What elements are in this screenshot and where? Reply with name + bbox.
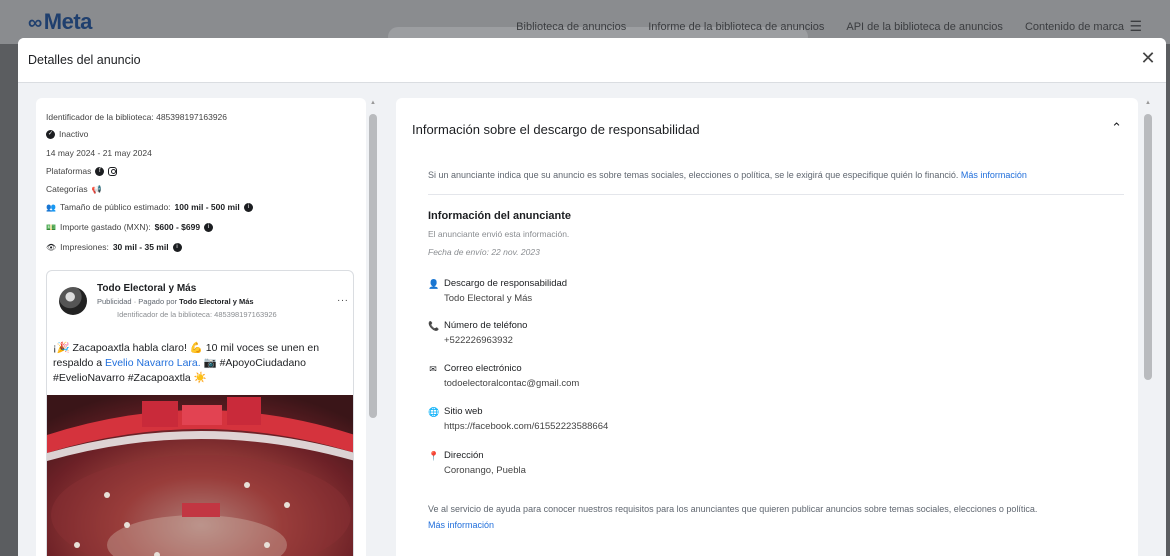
facebook-icon: f: [95, 166, 105, 176]
avatar: [59, 287, 87, 315]
crowd-rally-image: [47, 395, 353, 556]
chevron-up-icon[interactable]: ⌃: [1111, 120, 1122, 136]
info-value: Todo Electoral y Más: [444, 293, 533, 304]
spend-line: 💵 Importe gastado (MXN): $600 - $699 i: [46, 222, 214, 232]
left-scroll-thumb[interactable]: [369, 114, 377, 418]
categories-label: Categorías: [46, 184, 88, 194]
help-learn-more-link[interactable]: Más información: [428, 520, 494, 530]
status-text: Inactivo: [59, 129, 89, 139]
impressions-label: Impresiones:: [60, 242, 109, 252]
close-icon[interactable]: ✕: [1138, 48, 1158, 68]
nav-branded-content: Contenido de marca: [1024, 21, 1124, 33]
eye-icon: 👁: [46, 242, 57, 252]
platforms-label: Plataformas: [46, 166, 92, 176]
disclaimer-section-body: Si un anunciante indica que su anuncio e…: [396, 150, 1138, 556]
info-value: https://facebook.com/61552223588664: [444, 421, 609, 432]
envelope-icon: ✉: [429, 364, 437, 374]
impressions-value: 30 mil - 35 mil: [112, 242, 169, 252]
page-name[interactable]: Todo Electoral y Más: [97, 283, 196, 294]
date-range: 14 may 2024 - 21 may 2024: [46, 148, 152, 158]
instagram-icon: [108, 166, 118, 176]
info-icon[interactable]: i: [243, 202, 253, 212]
right-scroll-thumb[interactable]: [1144, 114, 1152, 380]
learn-more-link[interactable]: Más información: [961, 170, 1027, 180]
info-icon[interactable]: i: [204, 222, 214, 232]
phone-icon: 📞: [428, 321, 440, 331]
spend-value: $600 - $699: [154, 222, 201, 232]
impressions-line: 👁 Impresiones: 30 mil - 35 mil i: [46, 242, 182, 252]
info-label: Dirección: [444, 450, 484, 461]
person-icon: 👤: [428, 279, 440, 289]
submit-date: Fecha de envío: 22 nov. 2023: [428, 247, 540, 257]
info-label: Número de teléfono: [444, 320, 528, 331]
megaphone-icon: 📢: [91, 184, 102, 194]
ad-text-link[interactable]: Evelio Navarro Lara.: [105, 357, 201, 369]
ad-image: [47, 395, 353, 556]
help-text: Ve al servicio de ayuda para conocer nue…: [428, 504, 1038, 514]
nav-ad-library: Biblioteca de anuncios: [516, 21, 627, 33]
ad-preview-card: Todo Electoral y Más Publicidad · Pagado…: [46, 270, 354, 556]
categories-line: Categorías 📢: [46, 184, 102, 194]
audience-label: Tamaño de público estimado:: [59, 202, 171, 212]
card-library-id: Identificador de la biblioteca: 48539819…: [117, 310, 277, 319]
info-value: +522226963932: [444, 335, 513, 346]
nav-ad-library-report: Informe de la biblioteca de anuncios: [648, 21, 825, 33]
divider: [428, 194, 1124, 195]
disclaimer-panel: Información sobre el descargo de respons…: [396, 98, 1138, 556]
meta-infinity-icon: ∞: [28, 12, 42, 34]
scroll-up-icon[interactable]: ▲: [1145, 100, 1151, 106]
audience-value: 100 mil - 500 mil: [174, 202, 240, 212]
disclaimer-intro: Si un anunciante indica que su anuncio e…: [428, 170, 1027, 180]
location-pin-icon: 📍: [428, 451, 440, 461]
people-icon: 👥: [46, 202, 56, 212]
platforms-line: Plataformas f: [46, 166, 118, 176]
money-icon: 💵: [46, 222, 56, 232]
nav-ad-library-api: API de la biblioteca de anuncios: [846, 21, 1003, 33]
meta-logo-text: Meta: [43, 9, 93, 34]
left-scrollbar[interactable]: ▲: [367, 98, 379, 556]
info-value: Coronango, Puebla: [444, 465, 526, 476]
audience-line: 👥 Tamaño de público estimado: 100 mil - …: [46, 202, 253, 212]
menu-icon: ☰: [1129, 18, 1142, 34]
spend-label: Importe gastado (MXN):: [59, 222, 151, 232]
info-label: Correo electrónico: [444, 363, 522, 374]
modal-header: Detalles del anuncio ✕: [18, 38, 1166, 83]
info-label: Descargo de responsabilidad: [444, 278, 568, 289]
globe-icon: 🌐: [428, 407, 440, 417]
library-id: Identificador de la biblioteca: 48539819…: [46, 112, 228, 122]
inactive-icon: ✓: [46, 129, 55, 139]
disclaimer-section-title[interactable]: Información sobre el descargo de respons…: [412, 122, 700, 137]
modal-title: Detalles del anuncio: [28, 53, 141, 67]
info-label: Sitio web: [444, 406, 483, 417]
more-options-button[interactable]: ···: [337, 295, 349, 306]
ad-body-text: ¡🎉 Zacapoaxtla habla claro! 💪 10 mil voc…: [53, 342, 320, 384]
scroll-up-icon[interactable]: ▲: [370, 100, 376, 106]
info-value: todoelectoralcontac@gmail.com: [444, 378, 580, 389]
right-scrollbar[interactable]: ▲: [1142, 98, 1154, 556]
background-nav: Biblioteca de anuncios Informe de la bib…: [516, 21, 1124, 33]
ad-summary-panel: Identificador de la biblioteca: 48539819…: [36, 98, 366, 556]
advertiser-info-subtitle: El anunciante envió esta información.: [428, 229, 570, 239]
advertiser-info-title: Información del anunciante: [428, 210, 572, 222]
ad-details-modal: Detalles del anuncio ✕ Identificador de …: [18, 38, 1166, 556]
status-line: ✓ Inactivo: [46, 129, 88, 139]
paid-by-line: Publicidad · Pagado por Todo Electoral y…: [97, 297, 254, 306]
info-icon[interactable]: i: [172, 242, 182, 252]
meta-logo: ∞Meta: [28, 9, 92, 35]
